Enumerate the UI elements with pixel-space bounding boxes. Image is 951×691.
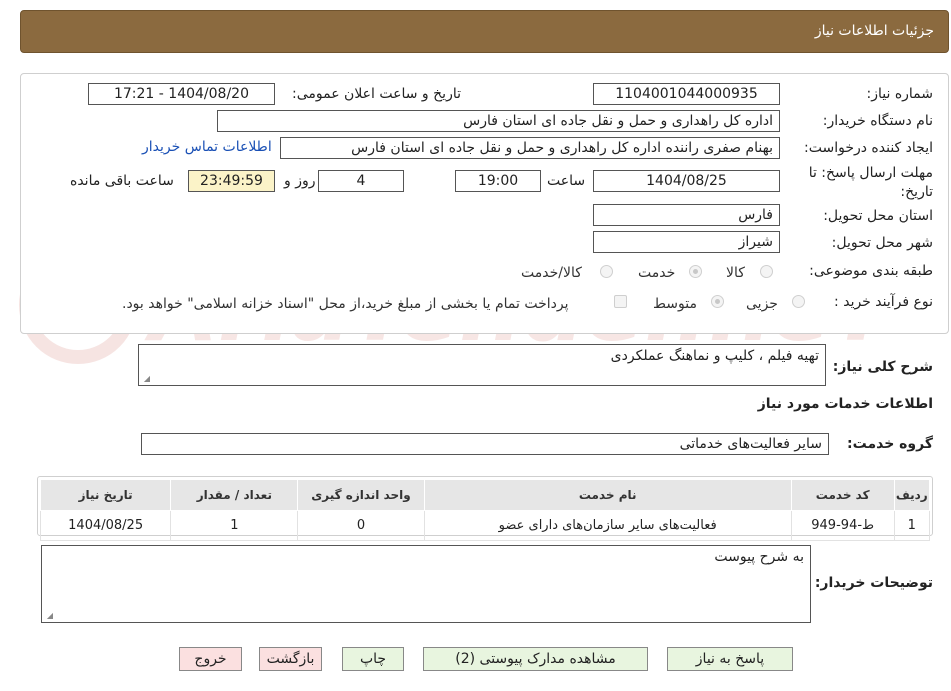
need-description-label: شرح کلی نیاز: [832,359,933,375]
request-creator-field: بهنام صفری راننده اداره کل راهداری و حمل… [280,137,780,159]
request-creator-label: ایجاد کننده درخواست: [804,140,933,156]
category-label: طبقه بندی موضوعی: [809,263,933,279]
buyer-notes-text: به شرح پیوست [714,549,804,565]
buyer-notes-label: توضیحات خریدار: [814,575,933,591]
purchase-process-label: نوع فرآیند خرید : [834,294,933,310]
buyer-name-field: اداره کل راهداری و حمل و نقل جاده ای است… [217,110,780,132]
category-goods-service-label: کالا/خدمت [521,265,582,281]
cell-quantity: 1 [170,510,299,541]
resize-grip-icon[interactable]: ◢ [45,612,53,620]
city-field: شیراز [593,231,780,253]
cell-need-date: 1404/08/25 [39,510,172,541]
category-service-label: خدمت [638,265,676,281]
deadline-time-label: ساعت [547,173,586,189]
header-need-date: تاریخ نیاز [39,479,172,511]
treasury-payment-checkbox[interactable] [614,295,627,308]
table-row: 1 ط-94-949 فعالیت‌های سایر سازمان‌های دا… [39,510,931,541]
header-service-code: کد خدمت [790,479,895,511]
category-goods-radio[interactable] [760,265,773,278]
buyer-contact-link[interactable]: اطلاعات تماس خریدار [142,139,272,155]
reply-button[interactable]: پاسخ به نیاز [667,647,793,671]
header-quantity: تعداد / مقدار [170,479,299,511]
announce-datetime-label: تاریخ و ساعت اعلان عمومی: [292,86,461,102]
need-description-field: تهیه فیلم ، کلیپ و نماهنگ عملکردی ◢ [138,344,826,386]
cell-unit: 0 [297,510,425,541]
service-group-label: گروه خدمت: [847,436,933,452]
cell-service-code: ط-94-949 [790,510,895,541]
resize-grip-icon[interactable]: ◢ [142,375,150,383]
print-button[interactable]: چاپ [342,647,404,671]
cell-row-number: 1 [893,510,931,541]
city-label: شهر محل تحویل: [831,235,933,251]
need-number-label: شماره نیاز: [866,86,934,102]
remaining-time-field: 23:49:59 [188,170,275,192]
remaining-days-field: 4 [318,170,404,192]
header-unit: واحد اندازه گیری [297,479,425,511]
view-attachments-button[interactable]: مشاهده مدارک پیوستی (2) [423,647,648,671]
table-header-row: ردیف کد خدمت نام خدمت واحد اندازه گیری ت… [39,479,931,511]
exit-button[interactable]: خروج [179,647,242,671]
page-title: جزئیات اطلاعات نیاز [814,23,934,39]
province-field: فارس [593,204,780,226]
header-row-number: ردیف [893,479,931,511]
cell-service-name: فعالیت‌های سایر سازمان‌های دارای عضو [423,510,792,541]
deadline-time-field: 19:00 [455,170,541,192]
services-table: ردیف کد خدمت نام خدمت واحد اندازه گیری ت… [39,479,931,541]
announce-datetime-field: 1404/08/20 - 17:21 [88,83,275,105]
remaining-time-label: ساعت باقی مانده [70,173,174,189]
need-description-text: تهیه فیلم ، کلیپ و نماهنگ عملکردی [610,348,819,364]
deadline-label-date: تاریخ: [900,184,933,200]
category-goods-label: کالا [726,265,745,281]
back-button[interactable]: بازگشت [259,647,322,671]
buyer-notes-field: به شرح پیوست ◢ [41,545,811,623]
deadline-label: مهلت ارسال پاسخ: تا [808,165,933,181]
process-minor-label: جزیی [746,296,778,312]
days-label: روز و [284,173,316,189]
category-service-radio[interactable] [689,265,702,278]
category-goods-service-radio[interactable] [600,265,613,278]
treasury-payment-note: پرداخت تمام یا بخشی از مبلغ خرید،از محل … [122,296,569,312]
services-section-title: اطلاعات خدمات مورد نیاز [757,396,933,412]
province-label: استان محل تحویل: [823,208,933,224]
page-header: جزئیات اطلاعات نیاز [20,10,949,53]
process-minor-radio[interactable] [792,295,805,308]
service-group-field: سایر فعالیت‌های خدماتی [141,433,829,455]
buyer-name-label: نام دستگاه خریدار: [822,113,933,129]
header-service-name: نام خدمت [423,479,792,511]
deadline-date-field: 1404/08/25 [593,170,780,192]
process-medium-radio[interactable] [711,295,724,308]
need-number-field: 1104001044000935 [593,83,780,105]
process-medium-label: متوسط [653,296,697,312]
